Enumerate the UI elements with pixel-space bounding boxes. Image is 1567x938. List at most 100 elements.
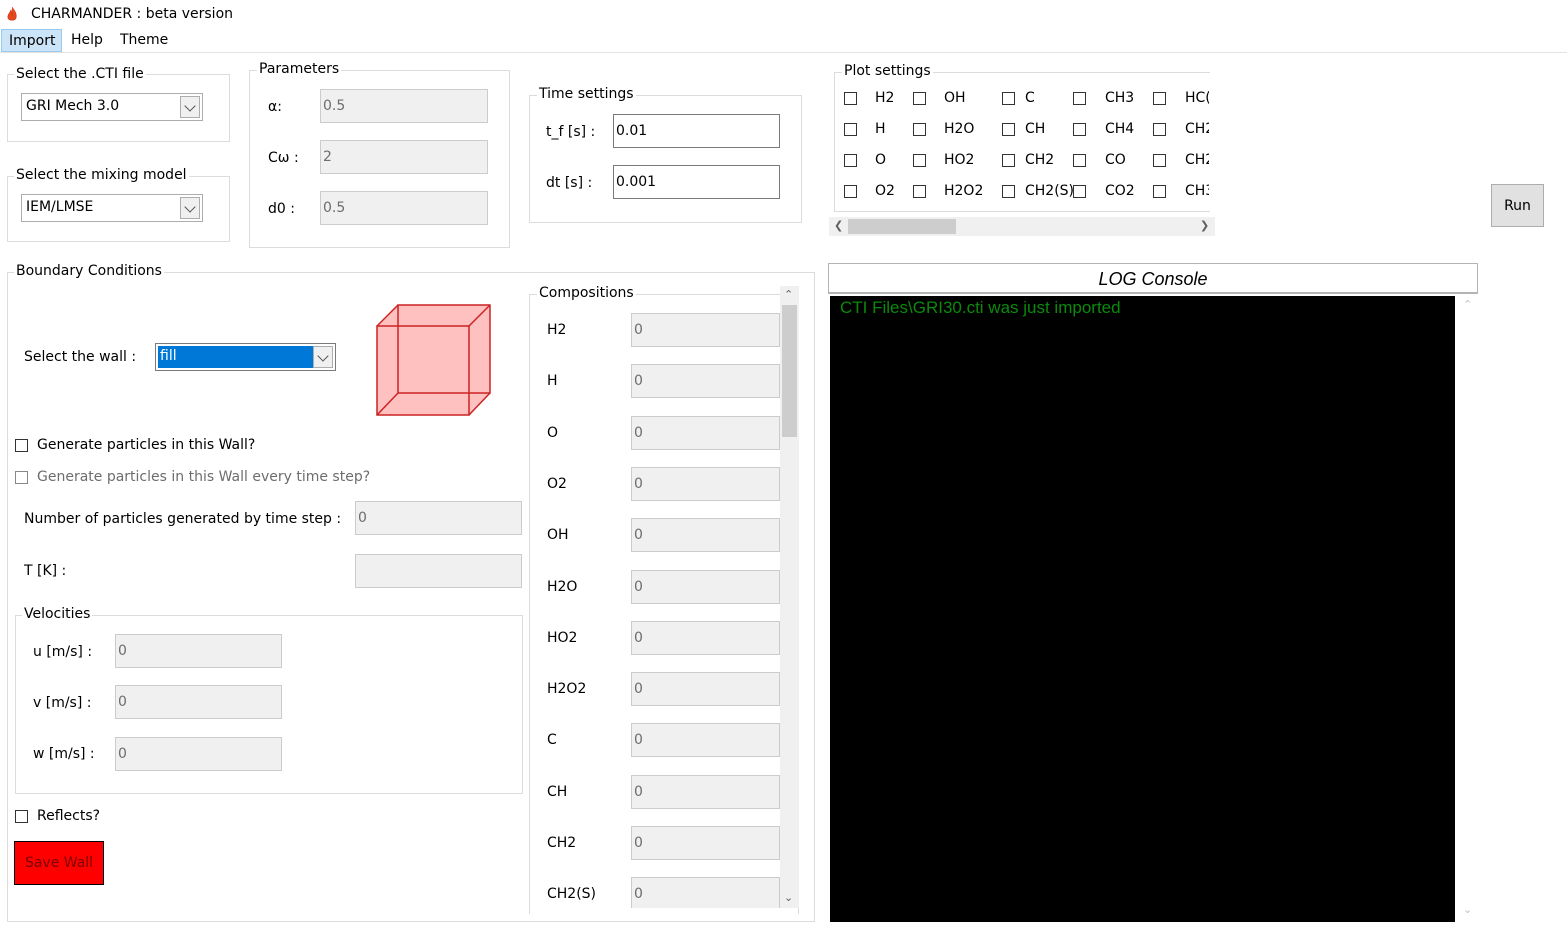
plot-checkbox[interactable] — [913, 154, 926, 167]
chevron-down-icon[interactable] — [180, 96, 200, 118]
tf-input[interactable]: 0.01 — [613, 114, 780, 148]
u-input[interactable]: 0 — [115, 634, 282, 668]
num-particles-value: 0 — [358, 510, 367, 526]
plot-checkbox[interactable] — [1073, 185, 1086, 198]
plot-checkbox[interactable] — [1073, 123, 1086, 136]
window-title: CHARMANDER : beta version — [31, 6, 234, 22]
plot-checkbox-label: HC( — [1185, 90, 1209, 106]
composition-label: CH2(S) — [547, 886, 597, 903]
composition-input[interactable]: 0 — [631, 415, 780, 450]
plot-checkbox-grid: H2 OH C CH3 HC(H H2O CH CH4 CH2 O HO2 CH2 CO CH2(O2 H2… — [836, 82, 1209, 214]
plot-checkbox[interactable] — [1002, 123, 1015, 136]
plot-checkbox[interactable] — [1002, 185, 1015, 198]
scroll-down-icon[interactable]: ⌄ — [1463, 904, 1472, 915]
composition-label: CH2 — [547, 835, 577, 851]
plot-checkbox[interactable] — [913, 92, 926, 105]
composition-input[interactable]: 0 — [631, 518, 780, 553]
temperature-input[interactable] — [355, 554, 522, 588]
generate-particles-checkbox[interactable] — [15, 439, 28, 452]
menu-bar: Import Help Theme — [0, 29, 1567, 53]
scroll-right-icon[interactable]: ❯ — [1200, 220, 1209, 231]
cti-select[interactable]: GRI Mech 3.0 — [21, 93, 203, 121]
plot-checkbox[interactable] — [1073, 92, 1086, 105]
plot-checkbox-label: CO — [1105, 152, 1126, 168]
d0-input[interactable]: 0.5 — [320, 191, 488, 225]
scroll-up-icon[interactable]: ⌃ — [784, 289, 793, 300]
composition-input[interactable]: 0 — [631, 466, 780, 501]
plot-checkbox-label: CH2(S) — [1025, 183, 1075, 199]
composition-input[interactable]: 0 — [631, 826, 780, 860]
plot-h-scroll-thumb[interactable] — [848, 219, 956, 234]
reflects-checkbox[interactable] — [15, 810, 28, 823]
composition-value: 0 — [634, 886, 643, 903]
composition-value: 0 — [634, 475, 643, 492]
menu-theme[interactable]: Theme — [114, 29, 174, 52]
composition-input[interactable]: 0 — [631, 364, 780, 399]
alpha-input[interactable]: 0.5 — [320, 89, 488, 123]
composition-input[interactable]: 0 — [631, 569, 780, 604]
save-wall-button[interactable]: Save Wall — [14, 841, 104, 885]
tf-label: t_f [s] : — [546, 124, 596, 140]
log-console[interactable]: CTI Files\GRI30.cti was just imported — [830, 296, 1455, 922]
generate-particles-label: Generate particles in this Wall? — [37, 437, 256, 453]
plot-checkbox-label: HO2 — [944, 152, 975, 168]
d0-value: 0.5 — [323, 200, 346, 216]
plot-checkbox[interactable] — [913, 185, 926, 198]
scroll-up-icon[interactable]: ⌃ — [1463, 299, 1472, 310]
plot-checkbox[interactable] — [913, 123, 926, 136]
plot-h-scrollbar[interactable]: ❮ ❯ — [829, 217, 1215, 236]
comega-input[interactable]: 2 — [320, 140, 488, 174]
plot-checkbox[interactable] — [844, 123, 857, 136]
v-input[interactable]: 0 — [115, 685, 282, 719]
plot-checkbox[interactable] — [1002, 92, 1015, 105]
velocities-group-title: Velocities — [22, 606, 93, 622]
composition-input[interactable]: 0 — [631, 313, 780, 347]
plot-checkbox-label: CH2 — [1185, 121, 1209, 137]
scroll-left-icon[interactable]: ❮ — [834, 220, 843, 231]
composition-input[interactable]: 0 — [631, 774, 780, 809]
composition-value: 0 — [634, 681, 643, 698]
composition-label: H2 — [547, 322, 567, 338]
menu-import[interactable]: Import — [1, 29, 62, 52]
menu-help[interactable]: Help — [65, 29, 109, 52]
w-value: 0 — [118, 746, 127, 762]
plot-checkbox[interactable] — [1153, 185, 1166, 198]
composition-input[interactable]: 0 — [631, 723, 780, 758]
plot-checkbox[interactable] — [1073, 154, 1086, 167]
composition-input[interactable]: 0 — [631, 877, 780, 908]
mixing-select[interactable]: IEM/LMSE — [21, 194, 203, 222]
wall-select-highlight: fill — [158, 346, 313, 368]
composition-label: H2O — [547, 578, 578, 595]
composition-input[interactable]: 0 — [631, 672, 780, 707]
plot-checkbox[interactable] — [1153, 123, 1166, 136]
composition-input[interactable]: 0 — [631, 620, 780, 655]
compositions-v-scroll-thumb[interactable] — [782, 305, 797, 437]
d0-label: d0 : — [268, 201, 295, 217]
plot-checkbox[interactable] — [844, 92, 857, 105]
wall-select[interactable]: fill — [155, 343, 336, 371]
generate-every-step-label: Generate particles in this Wall every ti… — [37, 469, 371, 485]
scroll-down-icon[interactable]: ⌄ — [784, 892, 793, 903]
plot-checkbox[interactable] — [844, 154, 857, 167]
alpha-value: 0.5 — [323, 98, 346, 114]
w-input[interactable]: 0 — [115, 737, 282, 771]
chevron-down-icon[interactable] — [313, 346, 333, 368]
boundary-group-title: Boundary Conditions — [14, 263, 164, 279]
compositions-group-title: Compositions — [537, 285, 636, 301]
dt-input[interactable]: 0.001 — [613, 165, 780, 199]
num-particles-input[interactable]: 0 — [355, 501, 522, 535]
plot-checkbox[interactable] — [1153, 154, 1166, 167]
plot-checkbox[interactable] — [1002, 154, 1015, 167]
parameters-group-title: Parameters — [257, 61, 342, 77]
plot-checkbox[interactable] — [844, 185, 857, 198]
log-v-scrollbar[interactable]: ⌃ ⌄ — [1459, 296, 1478, 922]
chevron-down-icon[interactable] — [180, 197, 200, 219]
wall-select-value: fill — [160, 348, 177, 364]
compositions-v-scrollbar[interactable]: ⌃ ⌄ — [780, 286, 799, 908]
mixing-group-title: Select the mixing model — [14, 167, 189, 183]
run-button[interactable]: Run — [1491, 184, 1544, 227]
generate-every-step-checkbox[interactable] — [15, 471, 28, 484]
composition-value: 0 — [634, 578, 643, 595]
w-label: w [m/s] : — [33, 746, 95, 762]
plot-checkbox[interactable] — [1153, 92, 1166, 105]
